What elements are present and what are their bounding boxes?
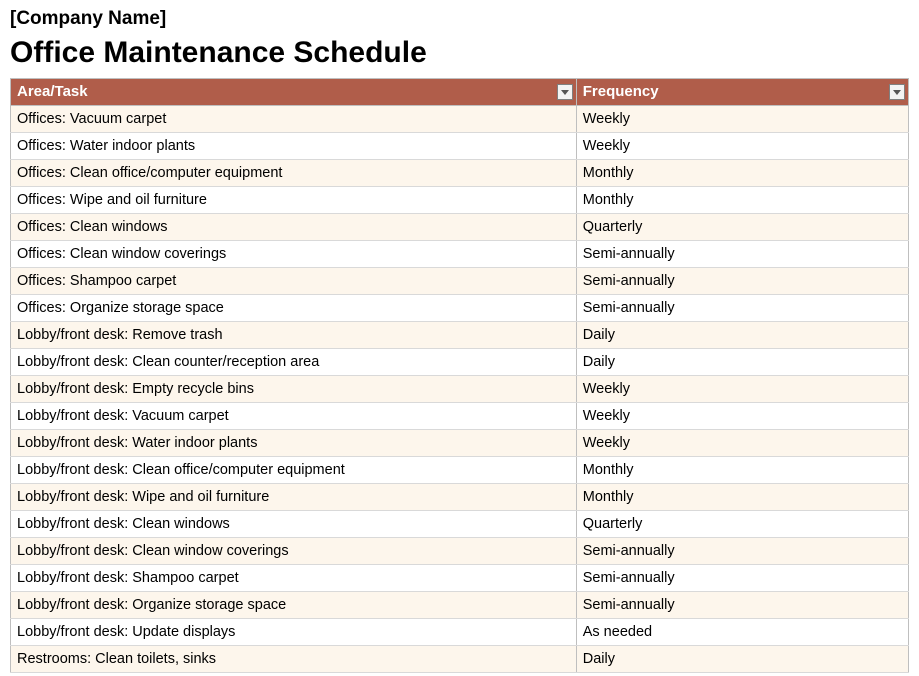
cell-frequency: As needed [576, 619, 908, 646]
company-name: [Company Name] [10, 8, 909, 30]
cell-frequency: Monthly [576, 160, 908, 187]
cell-frequency: Weekly [576, 376, 908, 403]
header-task-label: Area/Task [17, 83, 88, 100]
cell-task: Lobby/front desk: Remove trash [11, 322, 577, 349]
cell-frequency: Semi-annually [576, 538, 908, 565]
chevron-down-icon [893, 90, 901, 95]
header-frequency: Frequency [576, 79, 908, 106]
cell-task: Lobby/front desk: Clean office/computer … [11, 457, 577, 484]
cell-task: Lobby/front desk: Update displays [11, 619, 577, 646]
table-row: Offices: Clean windowsQuarterly [11, 214, 909, 241]
chevron-down-icon [561, 90, 569, 95]
filter-button-frequency[interactable] [889, 84, 905, 100]
table-row: Lobby/front desk: Vacuum carpetWeekly [11, 403, 909, 430]
cell-task: Lobby/front desk: Water indoor plants [11, 430, 577, 457]
table-row: Offices: Organize storage spaceSemi-annu… [11, 295, 909, 322]
cell-frequency: Daily [576, 646, 908, 673]
table-body: Offices: Vacuum carpetWeeklyOffices: Wat… [11, 106, 909, 673]
cell-frequency: Monthly [576, 484, 908, 511]
cell-frequency: Semi-annually [576, 268, 908, 295]
cell-task: Offices: Vacuum carpet [11, 106, 577, 133]
cell-task: Offices: Water indoor plants [11, 133, 577, 160]
cell-frequency: Quarterly [576, 214, 908, 241]
cell-frequency: Daily [576, 349, 908, 376]
table-row: Offices: Vacuum carpetWeekly [11, 106, 909, 133]
cell-frequency: Semi-annually [576, 592, 908, 619]
cell-frequency: Weekly [576, 403, 908, 430]
filter-button-task[interactable] [557, 84, 573, 100]
cell-task: Offices: Organize storage space [11, 295, 577, 322]
table-row: Lobby/front desk: Empty recycle binsWeek… [11, 376, 909, 403]
cell-frequency: Monthly [576, 457, 908, 484]
cell-task: Offices: Clean window coverings [11, 241, 577, 268]
cell-frequency: Semi-annually [576, 295, 908, 322]
cell-task: Lobby/front desk: Clean window coverings [11, 538, 577, 565]
cell-task: Lobby/front desk: Organize storage space [11, 592, 577, 619]
cell-task: Lobby/front desk: Shampoo carpet [11, 565, 577, 592]
cell-task: Offices: Clean office/computer equipment [11, 160, 577, 187]
cell-task: Offices: Shampoo carpet [11, 268, 577, 295]
cell-frequency: Semi-annually [576, 565, 908, 592]
table-row: Offices: Water indoor plantsWeekly [11, 133, 909, 160]
table-row: Lobby/front desk: Update displaysAs need… [11, 619, 909, 646]
cell-task: Lobby/front desk: Clean windows [11, 511, 577, 538]
cell-task: Offices: Clean windows [11, 214, 577, 241]
cell-frequency: Monthly [576, 187, 908, 214]
table-row: Lobby/front desk: Wipe and oil furniture… [11, 484, 909, 511]
page-title: Office Maintenance Schedule [10, 36, 909, 70]
maintenance-schedule-table: Area/Task Frequency Offices: Vacuum carp… [10, 78, 909, 673]
cell-frequency: Weekly [576, 430, 908, 457]
cell-frequency: Semi-annually [576, 241, 908, 268]
table-header-row: Area/Task Frequency [11, 79, 909, 106]
header-task: Area/Task [11, 79, 577, 106]
table-row: Offices: Shampoo carpetSemi-annually [11, 268, 909, 295]
table-row: Lobby/front desk: Remove trashDaily [11, 322, 909, 349]
table-row: Lobby/front desk: Shampoo carpetSemi-ann… [11, 565, 909, 592]
cell-task: Lobby/front desk: Clean counter/receptio… [11, 349, 577, 376]
table-row: Offices: Wipe and oil furnitureMonthly [11, 187, 909, 214]
table-row: Lobby/front desk: Clean window coverings… [11, 538, 909, 565]
cell-frequency: Weekly [576, 133, 908, 160]
cell-task: Lobby/front desk: Wipe and oil furniture [11, 484, 577, 511]
cell-frequency: Daily [576, 322, 908, 349]
cell-task: Restrooms: Clean toilets, sinks [11, 646, 577, 673]
table-row: Lobby/front desk: Water indoor plantsWee… [11, 430, 909, 457]
table-row: Lobby/front desk: Organize storage space… [11, 592, 909, 619]
table-row: Offices: Clean window coveringsSemi-annu… [11, 241, 909, 268]
header-frequency-label: Frequency [583, 83, 659, 100]
table-row: Lobby/front desk: Clean office/computer … [11, 457, 909, 484]
table-row: Lobby/front desk: Clean counter/receptio… [11, 349, 909, 376]
cell-task: Offices: Wipe and oil furniture [11, 187, 577, 214]
table-row: Offices: Clean office/computer equipment… [11, 160, 909, 187]
table-row: Lobby/front desk: Clean windowsQuarterly [11, 511, 909, 538]
table-row: Restrooms: Clean toilets, sinksDaily [11, 646, 909, 673]
cell-frequency: Quarterly [576, 511, 908, 538]
cell-task: Lobby/front desk: Empty recycle bins [11, 376, 577, 403]
cell-frequency: Weekly [576, 106, 908, 133]
cell-task: Lobby/front desk: Vacuum carpet [11, 403, 577, 430]
